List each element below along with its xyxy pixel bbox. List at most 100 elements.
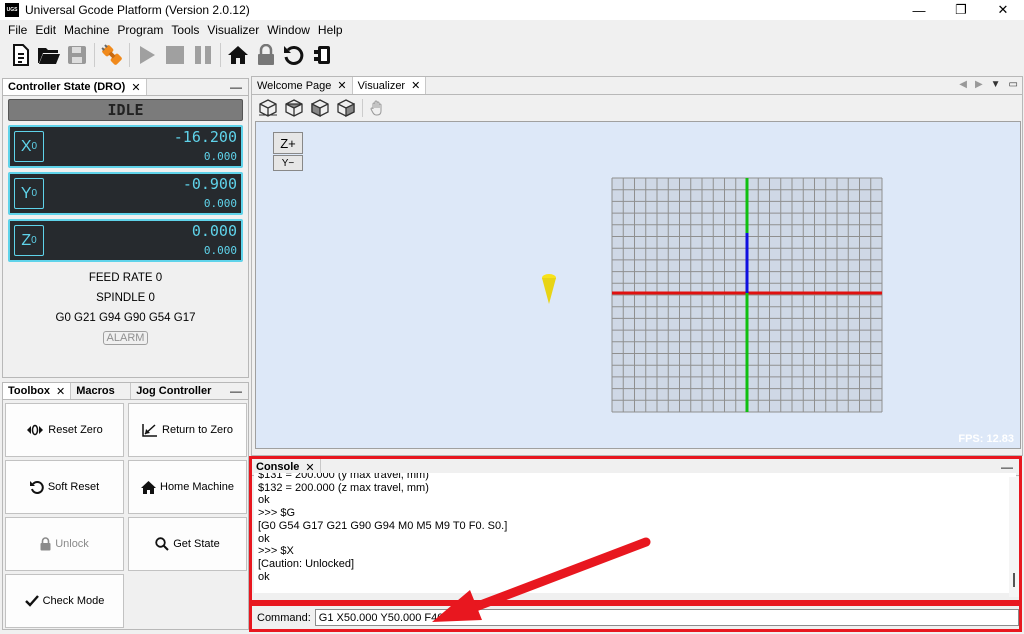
tab-jog-controller[interactable]: Jog Controller <box>131 383 216 399</box>
tab-visualizer-label: Visualizer <box>357 79 406 92</box>
console-panel: Console ✕ — $131 = 200.000 (y max travel… <box>251 459 1019 600</box>
minimize-button[interactable]: — <box>898 0 940 20</box>
axis-y-sub: 0 <box>31 188 38 199</box>
tab-welcome-page[interactable]: Welcome Page ✕ <box>252 77 353 94</box>
home-icon <box>141 480 156 494</box>
axis-z-reset-button[interactable]: Z0 <box>14 225 44 256</box>
reset-zero-label: Reset Zero <box>48 424 103 436</box>
gcode-state: G0 G21 G94 G90 G54 G17 <box>55 312 196 324</box>
get-state-button[interactable]: Get State <box>128 517 247 571</box>
return-to-zero-label: Return to Zero <box>162 424 233 436</box>
console-scrollbar[interactable] <box>1009 477 1019 597</box>
connect-button[interactable] <box>98 41 126 69</box>
home-machine-button[interactable]: Home Machine <box>128 460 247 514</box>
reset-icon <box>284 45 304 65</box>
restore-button[interactable]: ❐ <box>940 0 982 20</box>
axis-z-work-position: 0.000 <box>191 222 237 240</box>
tab-macros[interactable]: Macros <box>71 383 132 399</box>
axis-y-reset-button[interactable]: Y0 <box>14 178 44 209</box>
view-front-button[interactable] <box>333 94 359 122</box>
console-line: >>> $X <box>258 545 294 558</box>
tab-list-icon[interactable]: ▼ <box>991 79 1001 90</box>
stop-button[interactable] <box>161 41 189 69</box>
close-button[interactable]: ✕ <box>982 0 1024 20</box>
cube-view-icon <box>285 99 303 117</box>
close-icon[interactable]: ✕ <box>56 385 65 398</box>
dro-info: FEED RATE 0 SPINDLE 0 G0 G21 G94 G90 G54… <box>3 268 248 348</box>
close-icon[interactable]: ✕ <box>337 79 346 92</box>
maximize-icon[interactable]: ▭ <box>1009 79 1018 90</box>
tab-toolbox[interactable]: Toolbox ✕ <box>3 383 72 399</box>
axis-x-sub: 0 <box>31 141 38 152</box>
move-view-button[interactable] <box>366 94 388 122</box>
view-left-button[interactable] <box>307 94 333 122</box>
new-file-icon <box>13 44 29 66</box>
menu-file[interactable]: File <box>4 23 31 37</box>
home-machine-label: Home Machine <box>160 481 234 493</box>
console-line: [Caution: Unlocked] <box>258 557 354 570</box>
soft-reset-button[interactable]: Soft Reset <box>5 460 124 514</box>
close-icon[interactable]: ✕ <box>305 461 314 474</box>
save-button[interactable] <box>63 41 91 69</box>
new-file-button[interactable] <box>7 41 35 69</box>
axis-y-work-position: -0.900 <box>182 175 237 193</box>
command-label: Command: <box>257 611 311 624</box>
minimize-panel-icon[interactable]: — <box>230 384 242 398</box>
scroll-left-icon[interactable]: ◀ <box>959 79 967 90</box>
home-button[interactable] <box>224 41 252 69</box>
close-icon[interactable]: ✕ <box>411 79 420 92</box>
menu-visualizer[interactable]: Visualizer <box>203 23 263 37</box>
minimize-panel-icon[interactable]: — <box>1001 460 1013 474</box>
check-mode-button[interactable]: Check Mode <box>5 574 124 628</box>
menu-edit[interactable]: Edit <box>31 23 60 37</box>
return-to-zero-button[interactable]: Return to Zero <box>128 403 247 457</box>
cube-view-icon <box>337 99 355 117</box>
console-line: ok <box>258 494 270 507</box>
tab-macros-label: Macros <box>76 385 115 397</box>
soft-reset-toolbar-button[interactable] <box>280 41 308 69</box>
menu-help[interactable]: Help <box>314 23 347 37</box>
check-mode-label: Check Mode <box>42 595 105 607</box>
window-title: Universal Gcode Platform (Version 2.0.12… <box>25 3 250 17</box>
menu-window[interactable]: Window <box>263 23 314 37</box>
command-input[interactable] <box>314 609 1019 626</box>
minimize-panel-icon[interactable]: — <box>230 80 242 94</box>
home-icon <box>228 46 248 64</box>
close-icon[interactable]: ✕ <box>131 81 140 94</box>
soft-reset-icon <box>29 481 44 494</box>
toolbox-panel: Toolbox ✕ Macros Jog Controller — Reset … <box>2 382 249 630</box>
console-line: ok <box>258 570 270 583</box>
alarm-badge: ALARM <box>102 331 149 345</box>
pause-icon <box>195 46 211 64</box>
soft-reset-label: Soft Reset <box>47 481 100 493</box>
tab-dro[interactable]: Controller State (DRO) ✕ <box>3 79 147 95</box>
alarm-toolbar-button[interactable] <box>308 41 336 69</box>
unlock-button[interactable]: Unlock <box>5 517 124 571</box>
spindle-speed: SPINDLE 0 <box>96 292 155 304</box>
view-isometric-button[interactable] <box>255 94 281 122</box>
axis-z-machine-position: 0.000 <box>203 244 237 257</box>
axis-x-machine-position: 0.000 <box>203 150 237 163</box>
open-button[interactable] <box>35 41 63 69</box>
menu-program[interactable]: Program <box>113 23 167 37</box>
axis-y-letter: Y <box>20 184 32 202</box>
console-line: $132 = 200.000 (z max travel, mm) <box>258 481 429 494</box>
visualizer-canvas[interactable]: Z+ Y− FPS: 12.83 <box>255 121 1021 449</box>
window-controls: — ❐ ✕ <box>898 0 1024 20</box>
view-top-button[interactable] <box>281 94 307 122</box>
tab-visualizer[interactable]: Visualizer ✕ <box>352 77 427 94</box>
pause-button[interactable] <box>189 41 217 69</box>
play-button[interactable] <box>133 41 161 69</box>
visualizer-toolbar <box>252 95 1022 121</box>
axis-x-reset-button[interactable]: X0 <box>14 131 44 162</box>
console-output[interactable]: $131 = 200.000 (y max travel, mm) $132 =… <box>254 473 1016 593</box>
console-line: $131 = 200.000 (y max travel, mm) <box>258 473 429 481</box>
scroll-right-icon[interactable]: ▶ <box>975 79 983 90</box>
console-line: [G0 G54 G17 G21 G90 G94 M0 M5 M9 T0 F0. … <box>258 519 508 532</box>
unlock-toolbar-button[interactable] <box>252 41 280 69</box>
tool-tip-icon <box>542 274 556 304</box>
menu-tools[interactable]: Tools <box>167 23 203 37</box>
reset-zero-button[interactable]: Reset Zero <box>5 403 124 457</box>
menu-machine[interactable]: Machine <box>60 23 113 37</box>
console-line: >>> $G <box>258 507 296 520</box>
